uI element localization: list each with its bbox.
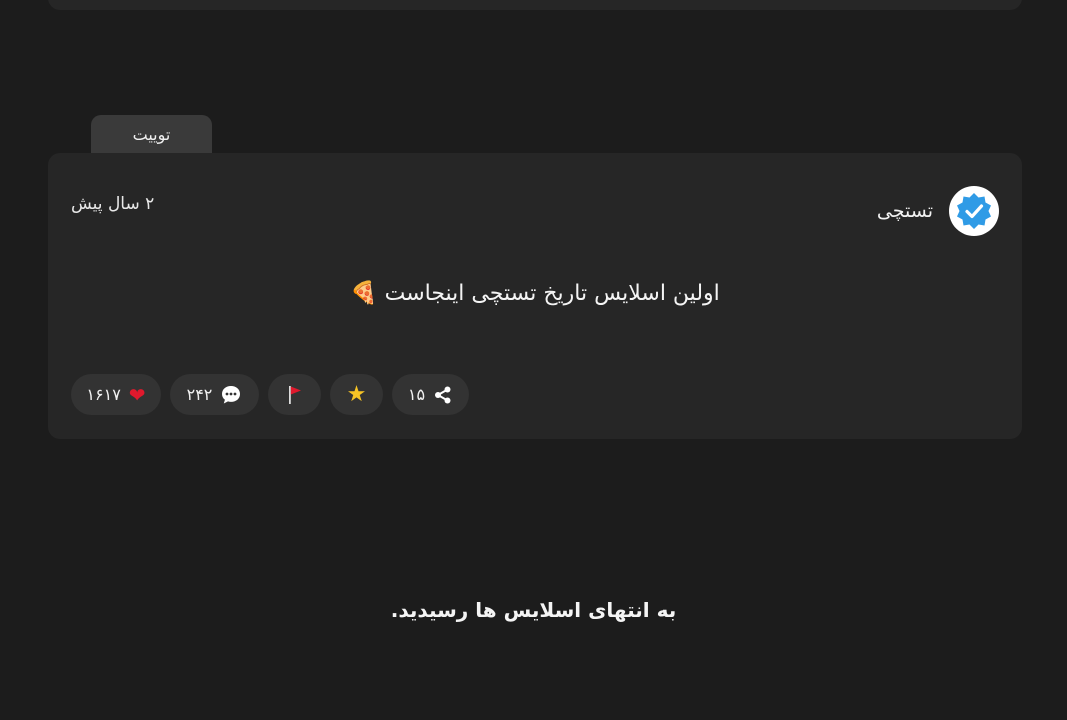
post-body: اولین اسلایس تاریخ تستچی اینجاست 🍕 bbox=[350, 281, 720, 306]
comment-count: ۲۴۲ bbox=[186, 385, 213, 404]
post-card: تستچی ۲ سال پیش اولین اسلایس تاریخ تستچی… bbox=[48, 153, 1022, 439]
speech-bubble-icon bbox=[222, 385, 241, 403]
share-button[interactable]: ۱۵ bbox=[392, 374, 469, 415]
previous-post-card bbox=[48, 0, 1022, 10]
report-button[interactable] bbox=[268, 374, 321, 415]
avatar[interactable] bbox=[949, 186, 999, 236]
post-actions: ۱۶۱۷ ❤ ۲۴۲ ★ ۱۵ bbox=[71, 374, 469, 415]
post-timestamp: ۲ سال پیش bbox=[71, 194, 155, 214]
author-block[interactable]: تستچی bbox=[877, 186, 999, 236]
favorite-button[interactable]: ★ bbox=[330, 374, 383, 415]
flag-icon bbox=[288, 385, 301, 404]
share-icon bbox=[435, 386, 451, 403]
share-count: ۱۵ bbox=[407, 385, 426, 404]
star-icon: ★ bbox=[346, 382, 367, 407]
post-type-tab[interactable]: توییت bbox=[91, 115, 212, 153]
verified-badge-icon bbox=[957, 193, 991, 229]
like-count: ۱۶۱۷ bbox=[86, 385, 121, 404]
author-name[interactable]: تستچی bbox=[877, 200, 933, 222]
end-of-feed-message: به انتهای اسلایس ها رسیدید. bbox=[390, 598, 677, 622]
page: توییت تستچی ۲ سال پیش اولین اسلایس تاریخ… bbox=[0, 0, 1067, 720]
comment-button[interactable]: ۲۴۲ bbox=[170, 374, 259, 415]
like-button[interactable]: ۱۶۱۷ ❤ bbox=[71, 374, 161, 415]
heart-icon: ❤ bbox=[128, 382, 146, 407]
